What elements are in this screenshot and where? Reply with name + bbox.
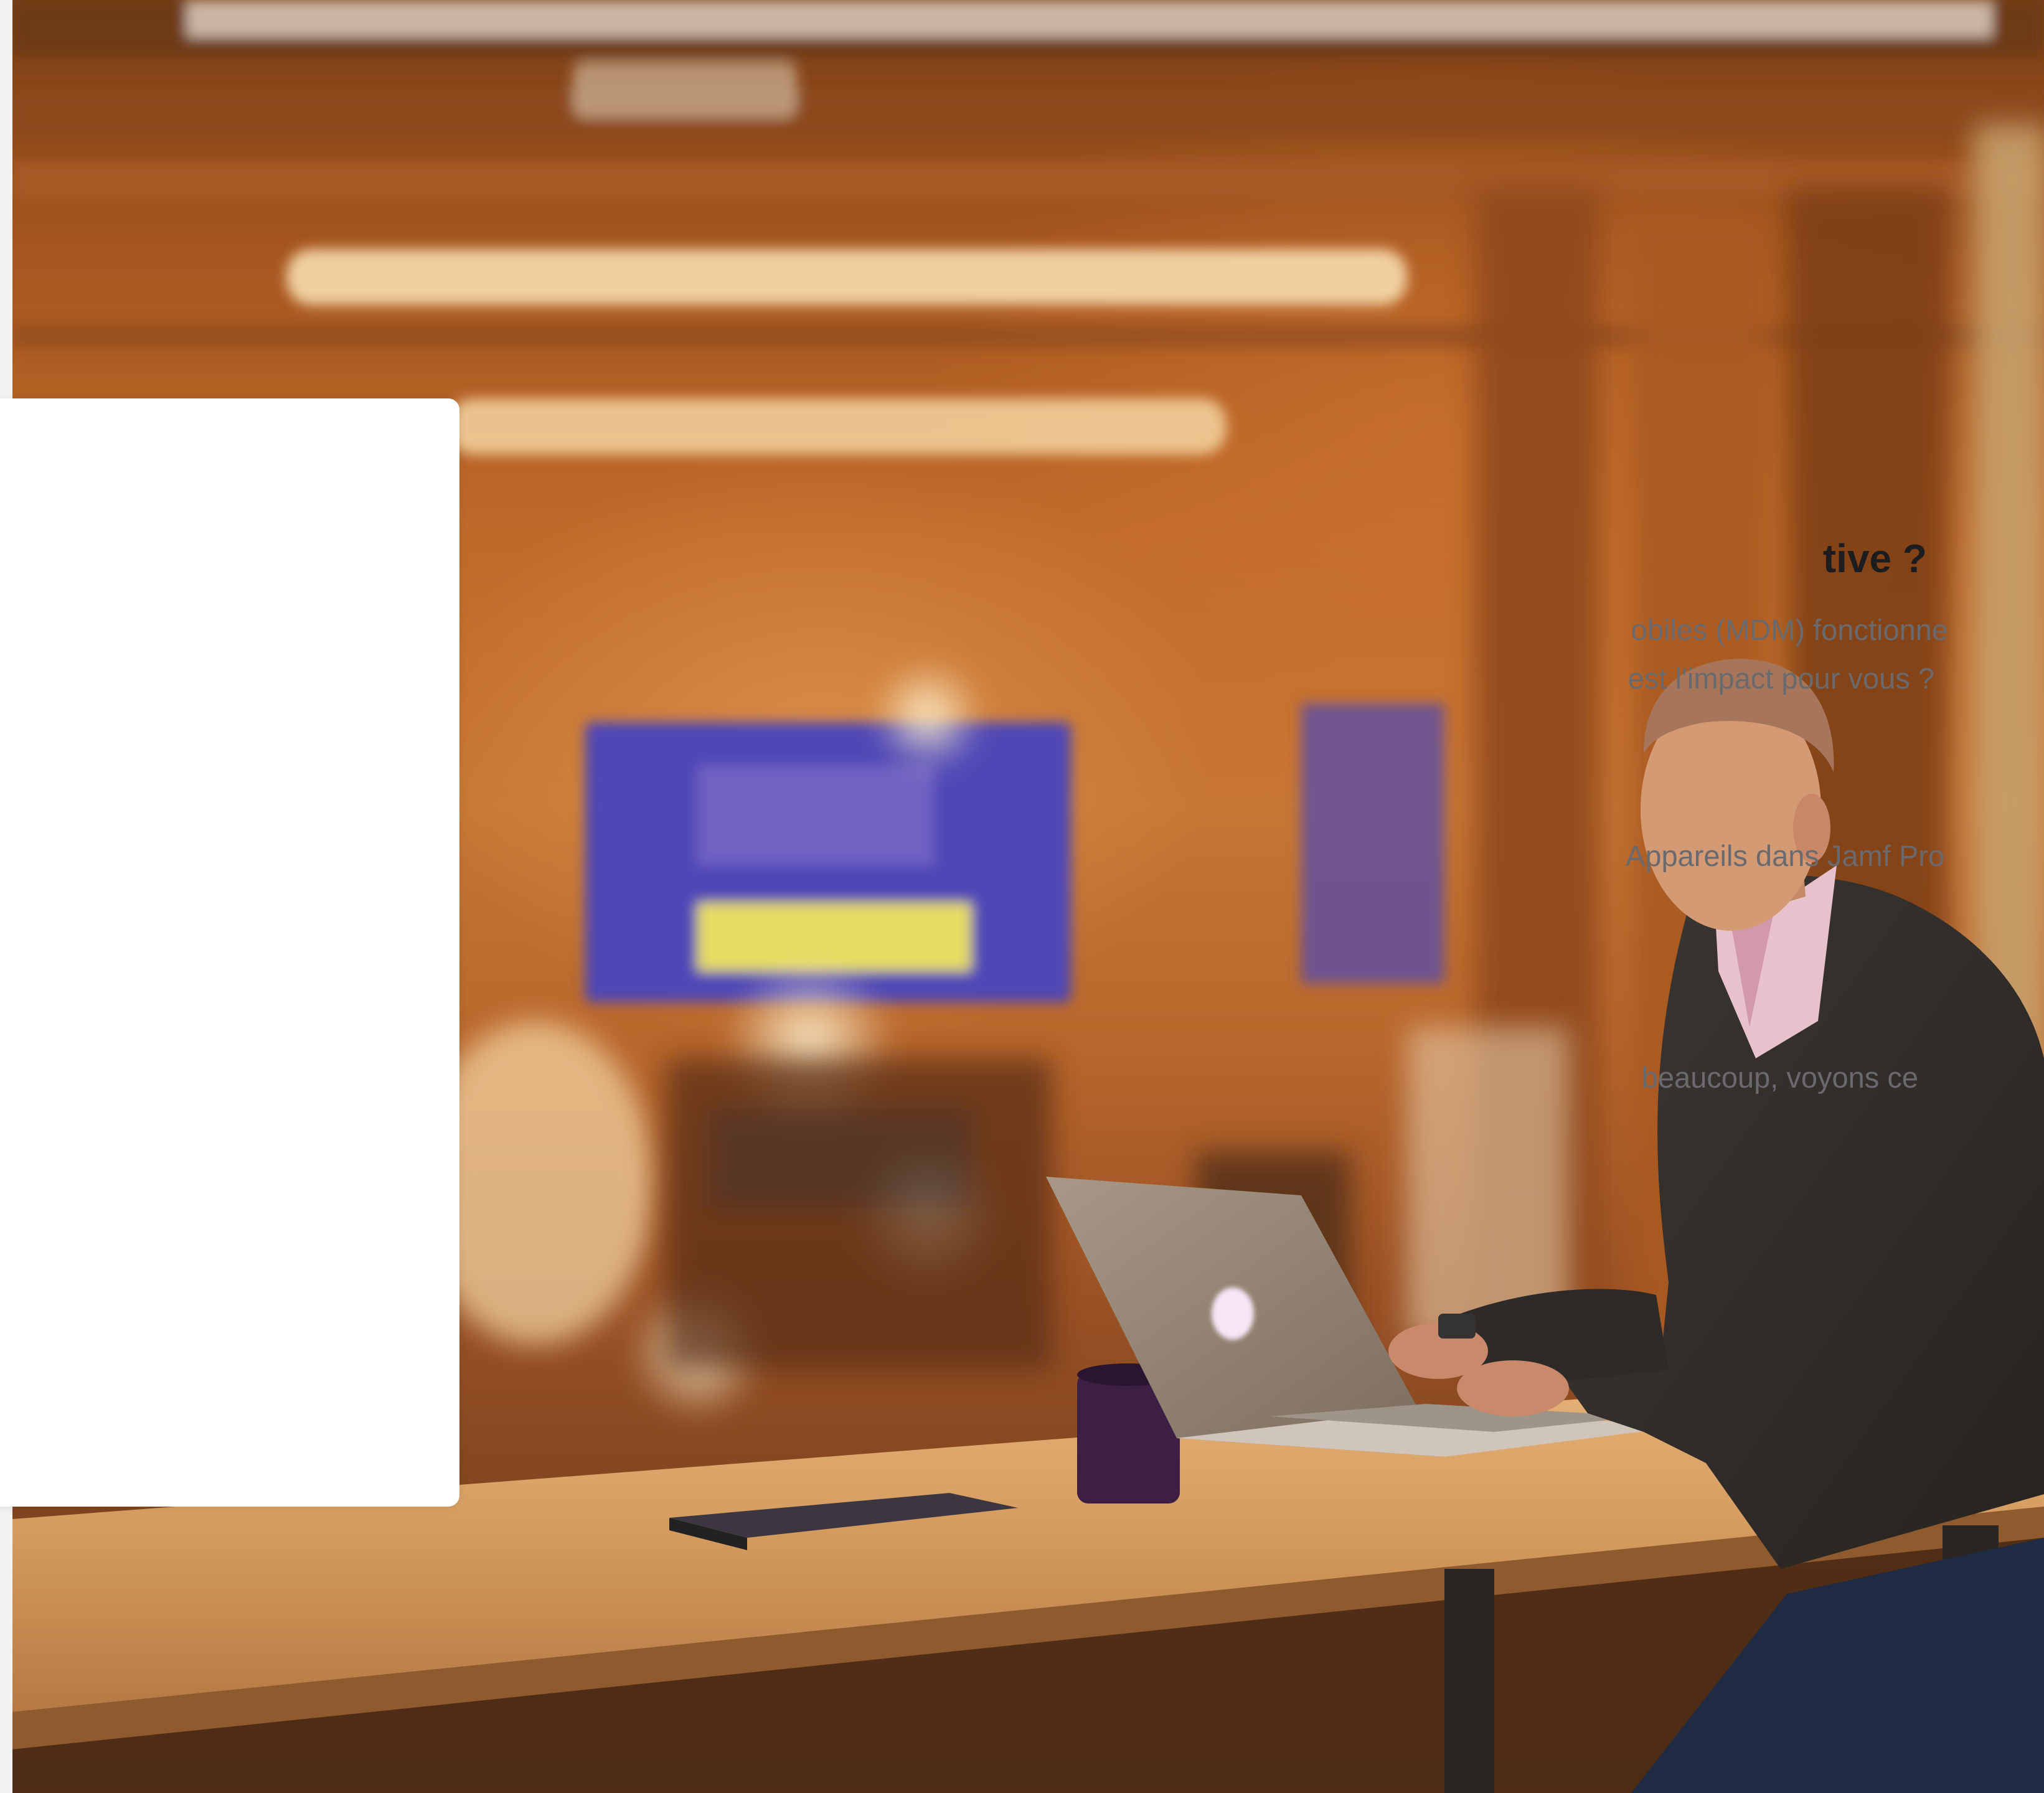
card-paragraph: Appareils dans Jamf Pro [1625, 839, 1944, 872]
card-heading: tive ? [1822, 536, 1927, 581]
card-paragraph: beaucoup, voyons ce [1641, 1061, 1918, 1094]
content-card [0, 398, 459, 1507]
page-viewport: tive ? obiles (MDM) fonctionne est l'imp… [0, 0, 2044, 1793]
card-paragraph-line: est l'impact pour vous ? [1627, 662, 1934, 695]
card-paragraph-line: obiles (MDM) fonctionne [1631, 613, 1948, 646]
